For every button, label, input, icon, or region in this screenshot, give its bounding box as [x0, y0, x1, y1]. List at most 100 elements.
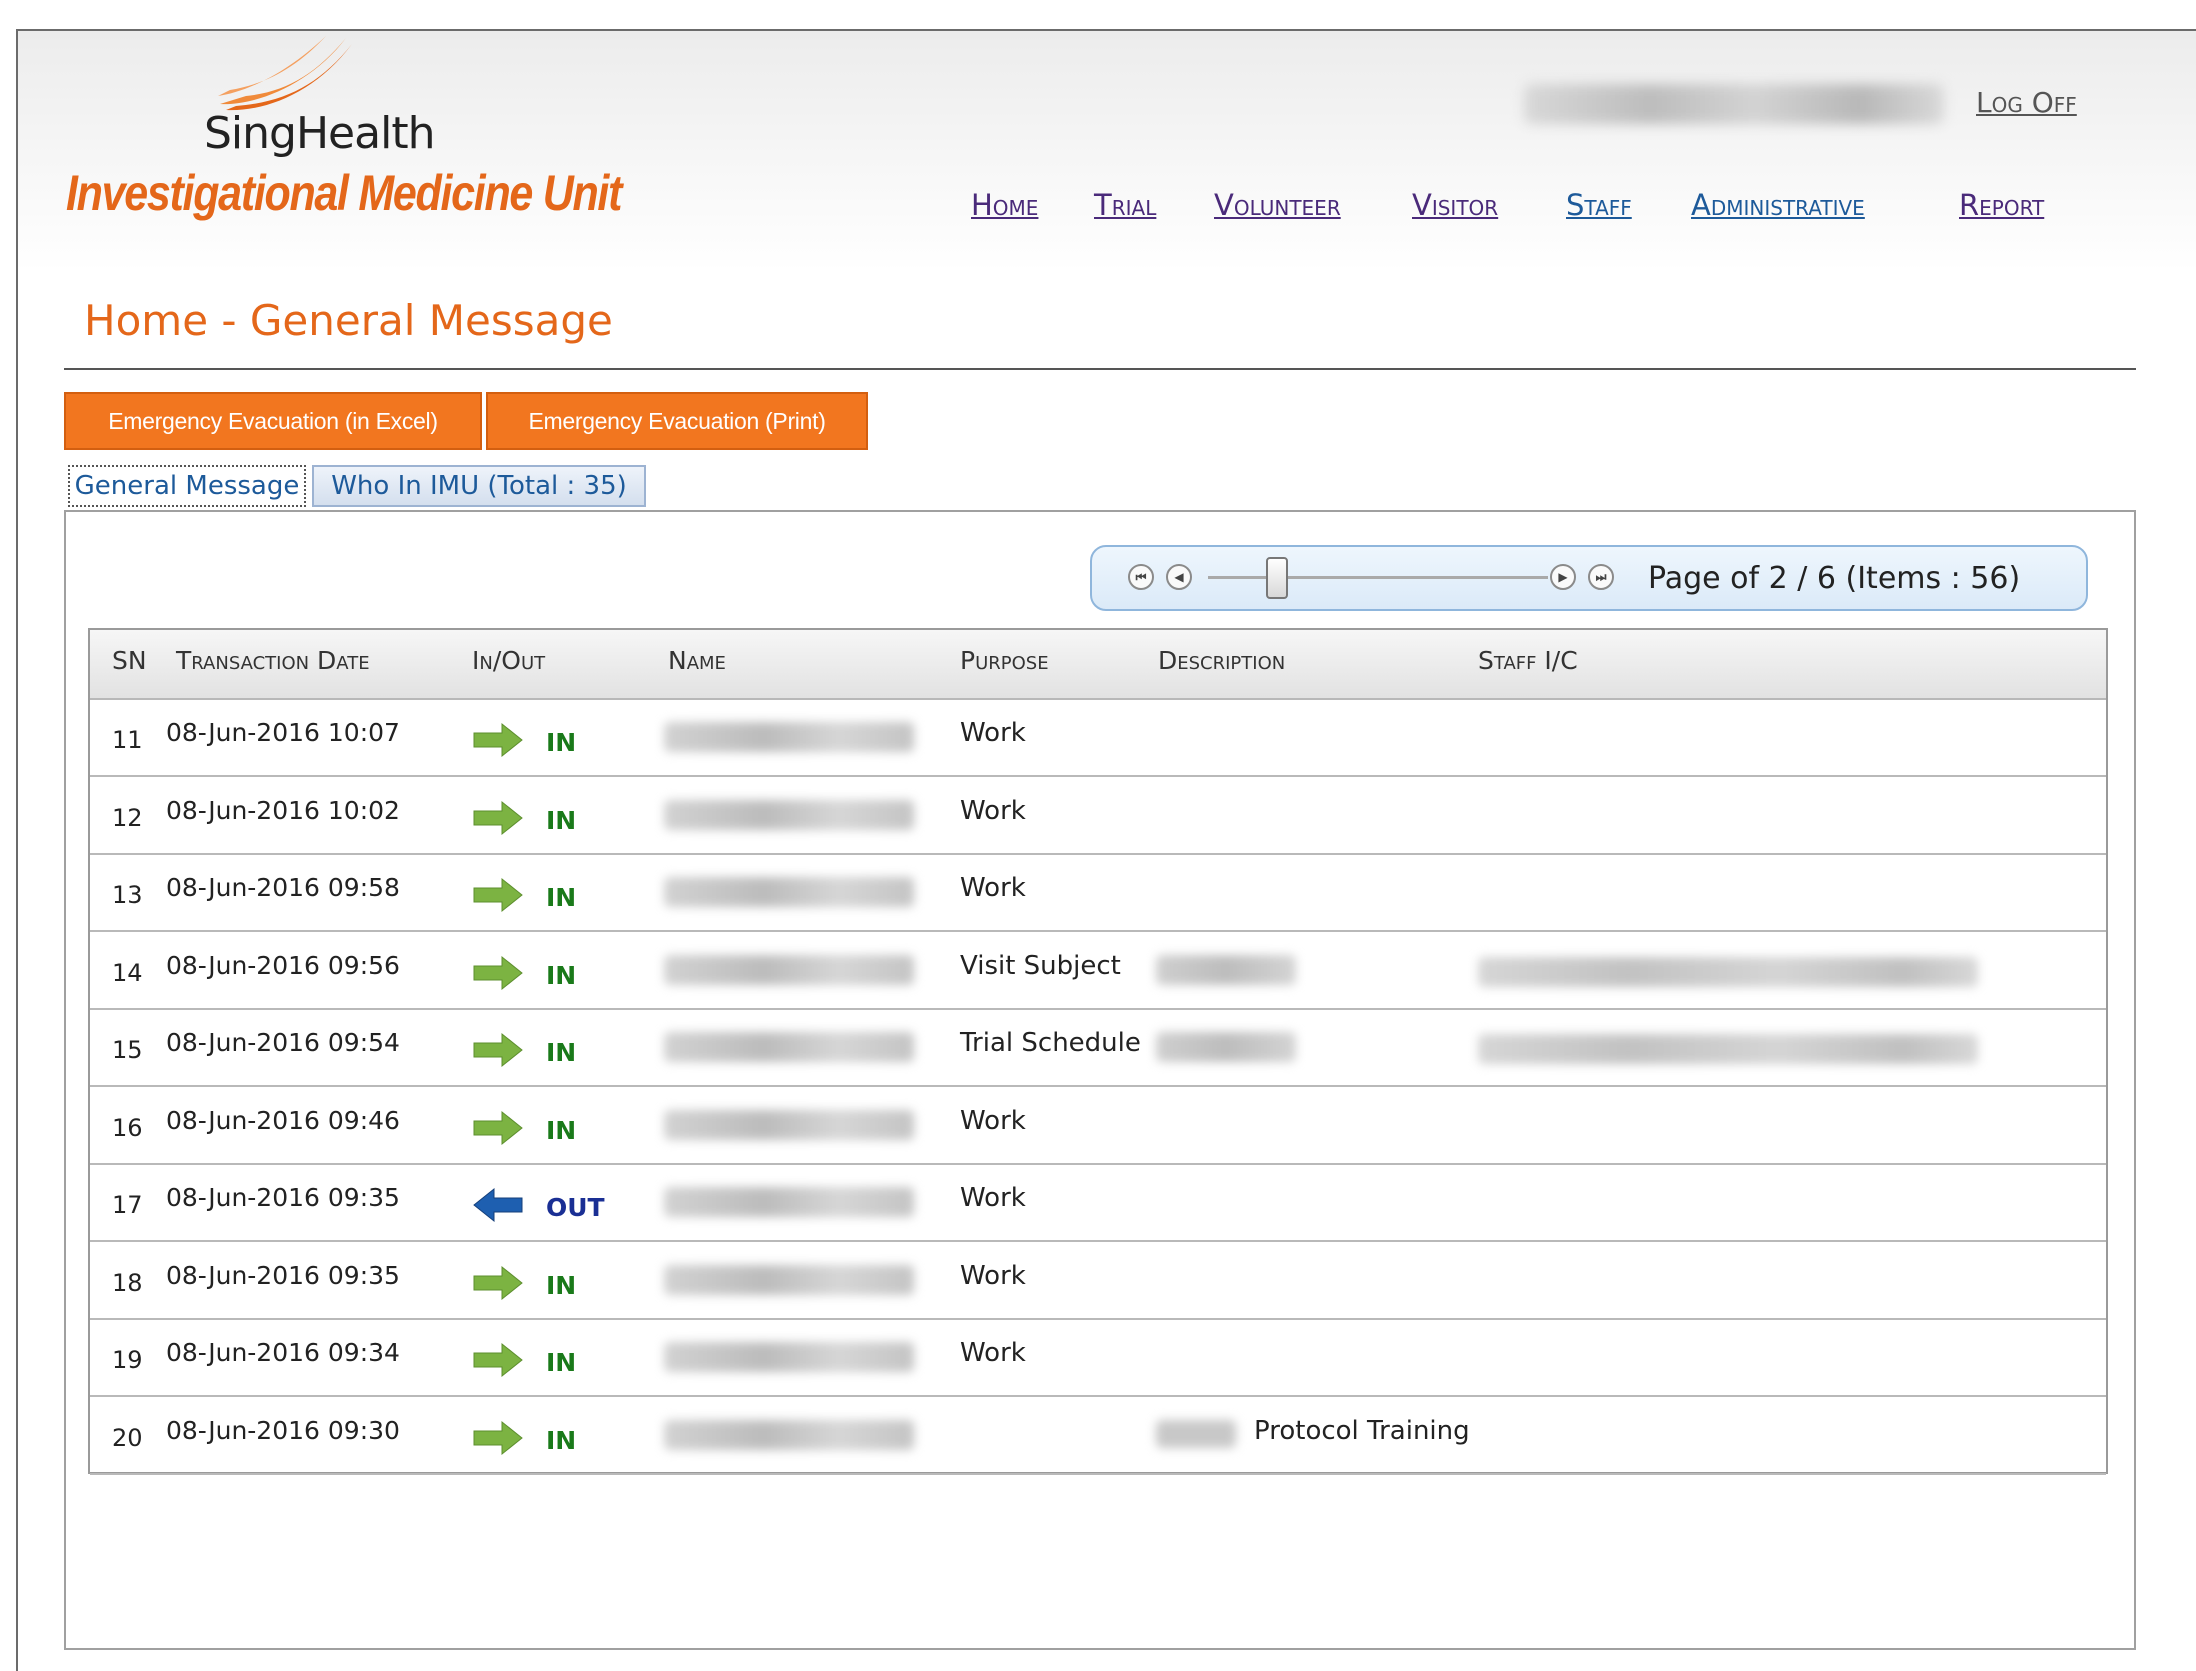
nav-administrative[interactable]: Administrative	[1691, 188, 1865, 222]
tab-who-in-imu[interactable]: Who In IMU (Total : 35)	[312, 465, 646, 507]
logoff-link[interactable]: Log Off	[1976, 86, 2077, 119]
table-row[interactable]: 15 08-Jun-2016 09:54 IN Trial Schedule	[90, 1010, 2106, 1087]
cell-sn: 17	[112, 1191, 143, 1219]
cell-in-out: IN	[546, 1270, 577, 1300]
table-row[interactable]: 13 08-Jun-2016 09:58 IN Work	[90, 855, 2106, 932]
cell-in-out: IN	[546, 1425, 577, 1455]
last-page-icon[interactable]: ⏭	[1588, 564, 1614, 590]
nav-volunteer[interactable]: Volunteer	[1214, 188, 1341, 222]
cell-transaction-date: 08-Jun-2016 09:34	[166, 1338, 400, 1367]
cell-transaction-date: 08-Jun-2016 09:54	[166, 1028, 400, 1057]
cell-sn: 19	[112, 1346, 143, 1374]
cell-name-redacted	[664, 722, 914, 752]
cell-purpose: Work	[960, 718, 1026, 748]
cell-transaction-date: 08-Jun-2016 09:58	[166, 873, 400, 902]
emergency-evacuation-print-button[interactable]: Emergency Evacuation (Print)	[486, 392, 868, 450]
previous-page-icon[interactable]: ◀	[1166, 564, 1192, 590]
arrow-right-icon	[473, 1110, 523, 1145]
cell-staff-ic-redacted	[1478, 1034, 1978, 1064]
cell-in-out: IN	[546, 883, 577, 912]
nav-home[interactable]: Home	[971, 188, 1038, 222]
cell-purpose: Work	[960, 1338, 1026, 1368]
page-title: Home - General Message	[84, 296, 613, 345]
table-row[interactable]: 11 08-Jun-2016 10:07 IN Work	[90, 700, 2106, 777]
cell-name-redacted	[664, 1419, 914, 1450]
arrow-right-icon	[473, 955, 523, 990]
arrow-right-icon	[473, 1032, 523, 1068]
arrow-right-icon	[473, 1342, 523, 1378]
cell-transaction-date: 08-Jun-2016 09:56	[166, 950, 400, 980]
nav-trial[interactable]: Trial	[1094, 188, 1156, 222]
cell-transaction-date: 08-Jun-2016 09:30	[166, 1415, 400, 1445]
message-table: SN Transaction Date In/Out Name Purpose …	[88, 628, 2108, 1475]
arrow-right-icon	[473, 877, 523, 913]
cell-transaction-date: 08-Jun-2016 10:02	[166, 795, 400, 825]
cell-transaction-date: 08-Jun-2016 10:07	[166, 718, 400, 747]
brand-name: SingHealth	[204, 108, 435, 159]
cell-in-out: IN	[546, 1348, 577, 1377]
column-header-purpose[interactable]: Purpose	[960, 646, 1049, 675]
cell-in-out: IN	[546, 728, 577, 757]
cell-purpose: Work	[960, 1260, 1026, 1291]
cell-description: Protocol Training	[1254, 1415, 1470, 1446]
arrow-right-icon	[473, 800, 523, 835]
nav-staff[interactable]: Staff	[1566, 188, 1632, 222]
cell-sn: 11	[112, 726, 143, 754]
arrow-right-icon	[473, 722, 523, 758]
cell-name-redacted	[664, 1342, 914, 1372]
table-row[interactable]: 19 08-Jun-2016 09:34 IN Work	[90, 1320, 2106, 1397]
cell-name-redacted	[664, 1109, 914, 1140]
cell-transaction-date: 08-Jun-2016 09:35	[166, 1260, 400, 1290]
table-row[interactable]: 18 08-Jun-2016 09:35 IN Work	[90, 1243, 2106, 1320]
arrow-right-icon	[473, 1420, 523, 1455]
cell-purpose: Visit Subject	[960, 950, 1121, 981]
title-divider	[64, 368, 2136, 370]
current-user-name	[1524, 84, 1944, 124]
column-header-transaction-date[interactable]: Transaction Date	[176, 646, 370, 675]
unit-name: Investigational Medicine Unit	[66, 165, 622, 221]
tab-general-message[interactable]: General Message	[68, 465, 306, 507]
table-row[interactable]: 20 08-Jun-2016 09:30 IN Protocol Training	[90, 1398, 2106, 1475]
cell-in-out: IN	[546, 1038, 577, 1067]
cell-name-redacted	[664, 1032, 914, 1062]
cell-sn: 20	[112, 1423, 143, 1452]
first-page-icon[interactable]: ⏮	[1128, 564, 1154, 590]
cell-name-redacted	[664, 799, 914, 830]
cell-transaction-date: 08-Jun-2016 09:46	[166, 1105, 400, 1135]
pager: ⏮ ◀ ▶ ⏭ Page of 2 / 6 (Items : 56)	[1090, 545, 2088, 611]
table-row[interactable]: 14 08-Jun-2016 09:56 IN Visit Subject	[90, 933, 2106, 1010]
cell-sn: 16	[112, 1113, 143, 1142]
cell-name-redacted	[664, 877, 914, 907]
emergency-evacuation-excel-button[interactable]: Emergency Evacuation (in Excel)	[64, 392, 482, 450]
page-slider-track[interactable]	[1208, 576, 1548, 579]
page-slider-handle[interactable]	[1266, 557, 1288, 599]
nav-visitor[interactable]: Visitor	[1412, 188, 1498, 222]
column-header-in-out[interactable]: In/Out	[472, 646, 545, 675]
cell-sn: 12	[112, 803, 143, 832]
table-header: SN Transaction Date In/Out Name Purpose …	[90, 630, 2106, 700]
arrow-right-icon	[473, 1265, 523, 1300]
page-info: Page of 2 / 6 (Items : 56)	[1648, 561, 2021, 596]
cell-in-out: OUT	[546, 1193, 605, 1222]
cell-description-redacted	[1156, 954, 1296, 985]
column-header-description[interactable]: Description	[1158, 646, 1285, 675]
cell-transaction-date: 08-Jun-2016 09:35	[166, 1183, 400, 1212]
nav-report[interactable]: Report	[1959, 188, 2044, 222]
arrow-left-icon	[473, 1187, 523, 1223]
column-header-name[interactable]: Name	[668, 646, 726, 675]
cell-purpose: Work	[960, 1183, 1026, 1213]
table-row[interactable]: 17 08-Jun-2016 09:35 OUT Work	[90, 1165, 2106, 1242]
table-row[interactable]: 12 08-Jun-2016 10:02 IN Work	[90, 778, 2106, 855]
cell-purpose: Work	[960, 795, 1026, 826]
table-row[interactable]: 16 08-Jun-2016 09:46 IN Work	[90, 1088, 2106, 1165]
cell-purpose: Work	[960, 1105, 1026, 1136]
cell-in-out: IN	[546, 960, 577, 990]
column-header-staff-ic[interactable]: Staff I/C	[1478, 646, 1578, 675]
cell-description-redacted	[1156, 1032, 1296, 1062]
cell-staff-ic-redacted	[1478, 956, 1978, 987]
cell-purpose: Trial Schedule	[960, 1028, 1141, 1058]
cell-sn: 18	[112, 1268, 143, 1297]
cell-sn: 14	[112, 958, 143, 987]
column-header-sn[interactable]: SN	[112, 646, 147, 675]
next-page-icon[interactable]: ▶	[1550, 564, 1576, 590]
